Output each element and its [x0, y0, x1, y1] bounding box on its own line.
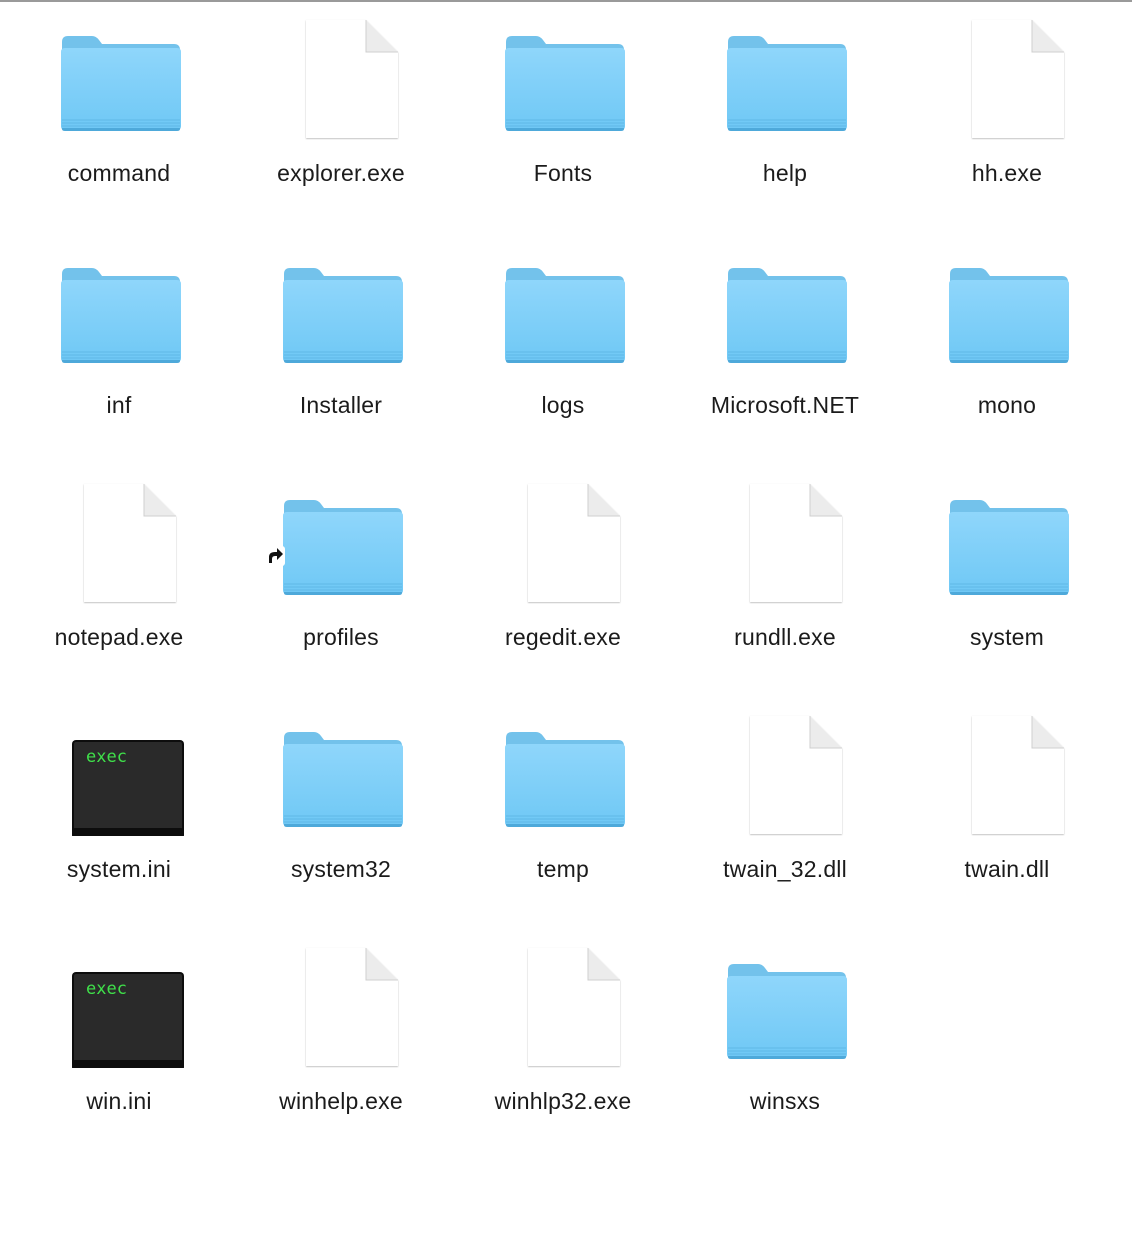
folder-icon[interactable]: [274, 248, 408, 372]
document-icon[interactable]: [274, 16, 408, 140]
terminal-exec-icon[interactable]: exec: [52, 712, 186, 836]
file-item-win-ini[interactable]: exec win.ini: [8, 928, 230, 1160]
file-item-help[interactable]: help: [674, 0, 896, 232]
folder-icon[interactable]: [940, 248, 1074, 372]
file-name-label[interactable]: system.ini: [8, 856, 230, 883]
file-name-label[interactable]: profiles: [230, 624, 452, 651]
file-item-command[interactable]: command: [8, 0, 230, 232]
file-name-label[interactable]: winhelp.exe: [230, 1088, 452, 1115]
file-item-hh-exe[interactable]: hh.exe: [896, 0, 1118, 232]
file-name-label[interactable]: Fonts: [452, 160, 674, 187]
document-icon[interactable]: [718, 480, 852, 604]
folder-icon[interactable]: [718, 248, 852, 372]
file-name-label[interactable]: help: [674, 160, 896, 187]
file-name-label[interactable]: temp: [452, 856, 674, 883]
file-item-system-ini[interactable]: exec system.ini: [8, 696, 230, 928]
document-icon[interactable]: [940, 712, 1074, 836]
folder-icon[interactable]: [718, 16, 852, 140]
file-item-twain-dll[interactable]: twain.dll: [896, 696, 1118, 928]
file-name-label[interactable]: Installer: [230, 392, 452, 419]
file-name-label[interactable]: notepad.exe: [8, 624, 230, 651]
file-item-microsoft-net[interactable]: Microsoft.NET: [674, 232, 896, 464]
file-item-inf[interactable]: inf: [8, 232, 230, 464]
file-item-explorer-exe[interactable]: explorer.exe: [230, 0, 452, 232]
file-item-winhelp-exe[interactable]: winhelp.exe: [230, 928, 452, 1160]
exec-label: exec: [86, 747, 127, 767]
file-name-label[interactable]: logs: [452, 392, 674, 419]
file-item-logs[interactable]: logs: [452, 232, 674, 464]
folder-icon[interactable]: [265, 480, 408, 604]
file-item-winhlp32-exe[interactable]: winhlp32.exe: [452, 928, 674, 1160]
file-name-label[interactable]: explorer.exe: [230, 160, 452, 187]
file-name-label[interactable]: winhlp32.exe: [452, 1088, 674, 1115]
file-name-label[interactable]: twain_32.dll: [674, 856, 896, 883]
file-grid: command explorer.exe Fonts help hh.exe i…: [8, 0, 1119, 1160]
folder-icon[interactable]: [52, 16, 186, 140]
file-item-notepad-exe[interactable]: notepad.exe: [8, 464, 230, 696]
file-item-system[interactable]: system: [896, 464, 1118, 696]
file-name-label[interactable]: inf: [8, 392, 230, 419]
folder-icon[interactable]: [496, 248, 630, 372]
file-item-installer[interactable]: Installer: [230, 232, 452, 464]
folder-icon[interactable]: [496, 712, 630, 836]
folder-icon[interactable]: [274, 712, 408, 836]
exec-label: exec: [86, 979, 127, 999]
file-item-twain-32-dll[interactable]: twain_32.dll: [674, 696, 896, 928]
folder-icon[interactable]: [718, 944, 852, 1068]
file-name-label[interactable]: command: [8, 160, 230, 187]
folder-icon[interactable]: [940, 480, 1074, 604]
document-icon[interactable]: [496, 944, 630, 1068]
file-name-label[interactable]: winsxs: [674, 1088, 896, 1115]
file-name-label[interactable]: regedit.exe: [452, 624, 674, 651]
file-name-label[interactable]: system32: [230, 856, 452, 883]
file-item-system32[interactable]: system32: [230, 696, 452, 928]
file-name-label[interactable]: mono: [896, 392, 1118, 419]
file-name-label[interactable]: win.ini: [8, 1088, 230, 1115]
file-name-label[interactable]: hh.exe: [896, 160, 1118, 187]
file-name-label[interactable]: system: [896, 624, 1118, 651]
folder-icon[interactable]: [52, 248, 186, 372]
file-item-fonts[interactable]: Fonts: [452, 0, 674, 232]
file-item-temp[interactable]: temp: [452, 696, 674, 928]
document-icon[interactable]: [496, 480, 630, 604]
file-item-rundll-exe[interactable]: rundll.exe: [674, 464, 896, 696]
file-item-mono[interactable]: mono: [896, 232, 1118, 464]
file-name-label[interactable]: twain.dll: [896, 856, 1118, 883]
file-item-winsxs[interactable]: winsxs: [674, 928, 896, 1160]
document-icon[interactable]: [940, 16, 1074, 140]
file-name-label[interactable]: Microsoft.NET: [674, 392, 896, 419]
document-icon[interactable]: [52, 480, 186, 604]
terminal-exec-icon[interactable]: exec: [52, 944, 186, 1068]
file-item-profiles[interactable]: profiles: [230, 464, 452, 696]
file-name-label[interactable]: rundll.exe: [674, 624, 896, 651]
folder-icon[interactable]: [496, 16, 630, 140]
document-icon[interactable]: [718, 712, 852, 836]
document-icon[interactable]: [274, 944, 408, 1068]
file-item-regedit-exe[interactable]: regedit.exe: [452, 464, 674, 696]
